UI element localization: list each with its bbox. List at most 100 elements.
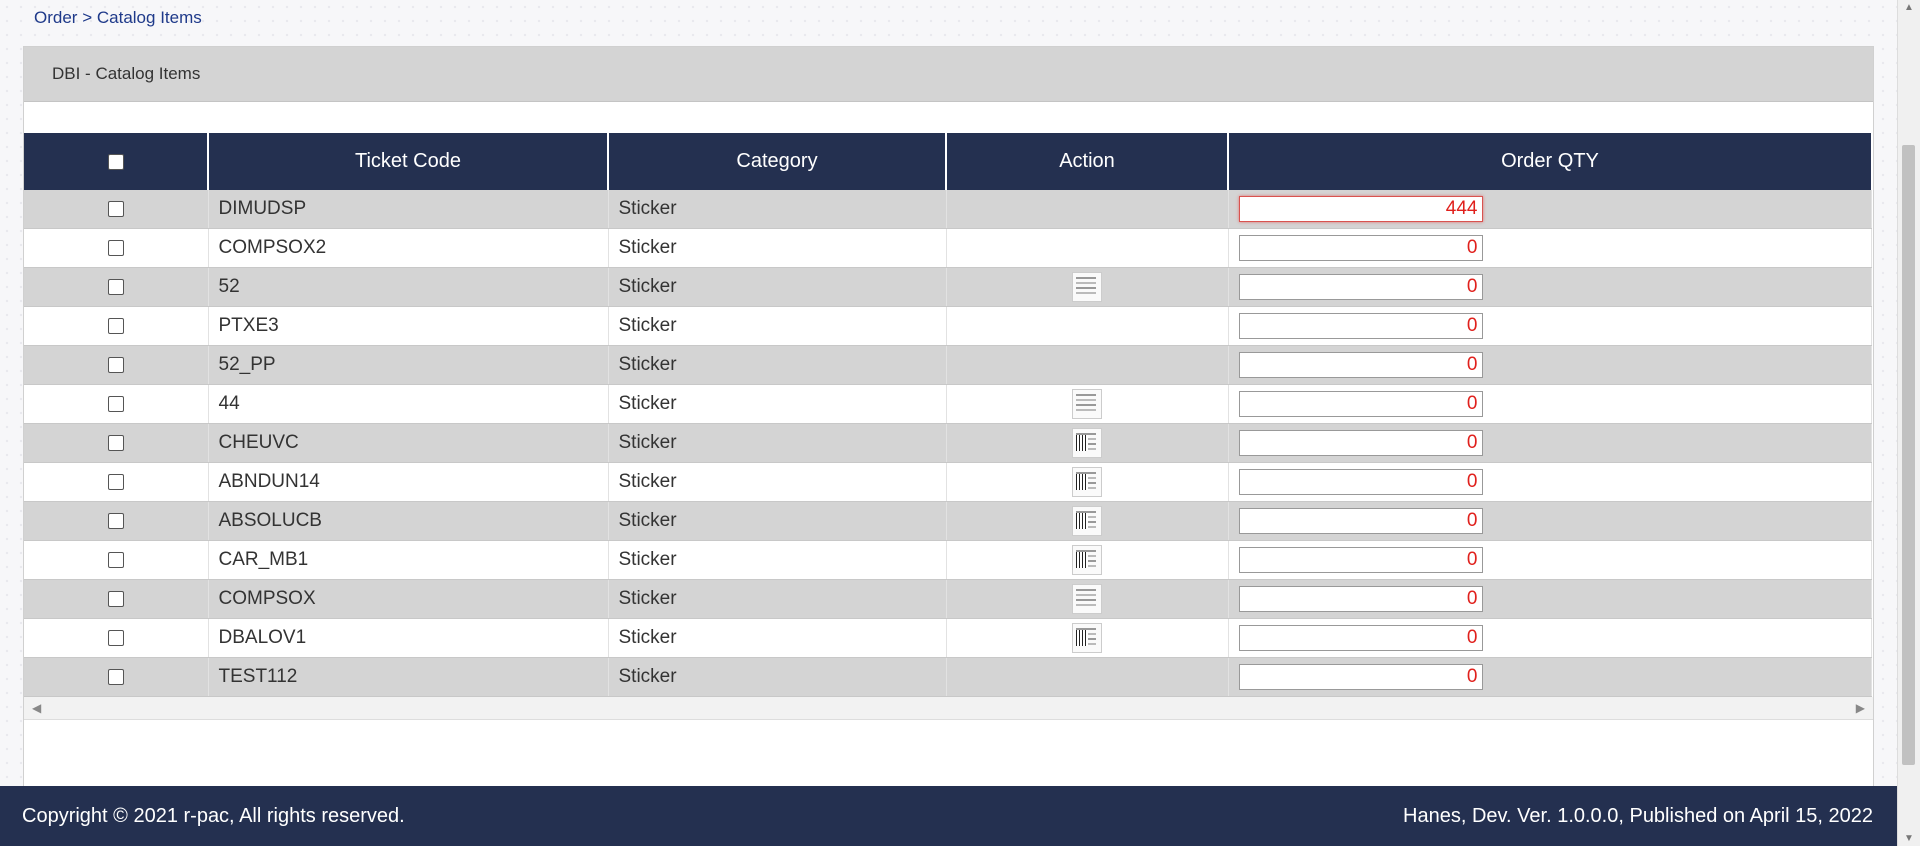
order-qty-input[interactable] xyxy=(1238,586,1483,612)
order-qty-cell xyxy=(1228,462,1872,502)
order-qty-cell xyxy=(1228,618,1872,658)
action-cell xyxy=(946,618,1229,658)
row-checkbox[interactable] xyxy=(107,473,124,490)
header-order-qty[interactable]: Order QTY xyxy=(1228,133,1871,190)
category-cell: Sticker xyxy=(608,462,947,502)
category-cell: Sticker xyxy=(608,501,947,541)
breadcrumb-separator: > xyxy=(82,8,93,27)
category-cell: Sticker xyxy=(608,540,947,580)
ticket-code-cell: ABSOLUCB xyxy=(208,501,609,541)
table-row: ABSOLUCB Sticker xyxy=(24,501,1872,541)
order-qty-input[interactable] xyxy=(1238,469,1483,495)
row-select-cell xyxy=(24,384,209,424)
row-checkbox[interactable] xyxy=(107,278,124,295)
row-select-cell xyxy=(24,345,209,385)
label-thumbnail-icon[interactable] xyxy=(1072,467,1102,497)
row-select-cell xyxy=(24,657,209,697)
action-cell xyxy=(946,384,1229,424)
ticket-code-cell: DBALOV1 xyxy=(208,618,609,658)
table-row: 52 Sticker xyxy=(24,267,1872,307)
table-row: DBALOV1 Sticker xyxy=(24,618,1872,658)
label-thumbnail-icon[interactable] xyxy=(1072,428,1102,458)
row-checkbox[interactable] xyxy=(107,395,124,412)
row-checkbox[interactable] xyxy=(107,551,124,568)
label-thumbnail-icon[interactable] xyxy=(1072,506,1102,536)
row-checkbox[interactable] xyxy=(107,239,124,256)
action-cell xyxy=(946,306,1229,346)
scrollbar-thumb[interactable] xyxy=(1902,145,1915,765)
order-qty-input[interactable] xyxy=(1238,313,1483,339)
action-cell xyxy=(946,657,1229,697)
row-checkbox[interactable] xyxy=(107,434,124,451)
row-select-cell xyxy=(24,462,209,502)
row-checkbox[interactable] xyxy=(107,317,124,334)
scroll-left-icon[interactable]: ◀ xyxy=(32,701,41,715)
footer: Copyright © 2021 r-pac, All rights reser… xyxy=(0,786,1898,846)
horizontal-scrollbar[interactable]: ◀ ▶ xyxy=(24,697,1873,720)
label-thumbnail-icon[interactable] xyxy=(1072,545,1102,575)
category-cell: Sticker xyxy=(608,228,947,268)
table-row: CHEUVC Sticker xyxy=(24,423,1872,463)
table-row: PTXE3 Sticker xyxy=(24,306,1872,346)
order-qty-input[interactable] xyxy=(1238,391,1483,417)
scroll-right-icon[interactable]: ▶ xyxy=(1856,701,1865,715)
label-thumbnail-icon[interactable] xyxy=(1072,389,1102,419)
category-cell: Sticker xyxy=(608,618,947,658)
scroll-down-icon[interactable]: ▼ xyxy=(1904,833,1914,844)
table-row: COMPSOX Sticker xyxy=(24,579,1872,619)
order-qty-input[interactable] xyxy=(1238,664,1483,690)
action-cell xyxy=(946,190,1229,229)
label-thumbnail-icon[interactable] xyxy=(1072,623,1102,653)
order-qty-input[interactable] xyxy=(1238,235,1483,261)
category-cell: Sticker xyxy=(608,190,947,229)
order-qty-input[interactable] xyxy=(1238,625,1483,651)
scroll-up-icon[interactable]: ▲ xyxy=(1904,2,1914,13)
header-action[interactable]: Action xyxy=(946,133,1229,190)
breadcrumb-order-link[interactable]: Order xyxy=(34,8,77,27)
category-cell: Sticker xyxy=(608,306,947,346)
breadcrumb-current[interactable]: Catalog Items xyxy=(97,8,202,27)
order-qty-cell xyxy=(1228,657,1872,697)
category-cell: Sticker xyxy=(608,345,947,385)
order-qty-cell xyxy=(1228,267,1872,307)
ticket-code-cell: ABNDUN14 xyxy=(208,462,609,502)
category-cell: Sticker xyxy=(608,657,947,697)
order-qty-input[interactable] xyxy=(1238,430,1483,456)
order-qty-input[interactable] xyxy=(1238,196,1483,222)
action-cell xyxy=(946,501,1229,541)
catalog-panel: DBI - Catalog Items Ticket Code Category… xyxy=(23,46,1874,788)
order-qty-cell xyxy=(1228,579,1872,619)
row-checkbox[interactable] xyxy=(107,668,124,685)
row-checkbox[interactable] xyxy=(107,356,124,373)
select-all-checkbox[interactable] xyxy=(107,153,124,170)
row-select-cell xyxy=(24,267,209,307)
row-checkbox[interactable] xyxy=(107,512,124,529)
action-cell xyxy=(946,540,1229,580)
label-thumbnail-icon[interactable] xyxy=(1072,272,1102,302)
row-select-cell xyxy=(24,228,209,268)
header-ticket-code[interactable]: Ticket Code xyxy=(208,133,609,190)
order-qty-cell xyxy=(1228,423,1872,463)
footer-copyright: Copyright © 2021 r-pac, All rights reser… xyxy=(22,805,405,827)
ticket-code-cell: DIMUDSP xyxy=(208,190,609,229)
order-qty-input[interactable] xyxy=(1238,547,1483,573)
category-cell: Sticker xyxy=(608,267,947,307)
row-select-cell xyxy=(24,423,209,463)
row-checkbox[interactable] xyxy=(107,629,124,646)
row-select-cell xyxy=(24,618,209,658)
table-row: COMPSOX2 Sticker xyxy=(24,228,1872,268)
order-qty-input[interactable] xyxy=(1238,274,1483,300)
ticket-code-cell: 52_PP xyxy=(208,345,609,385)
row-select-cell xyxy=(24,190,209,229)
row-checkbox[interactable] xyxy=(107,200,124,217)
row-checkbox[interactable] xyxy=(107,590,124,607)
header-category[interactable]: Category xyxy=(608,133,947,190)
label-thumbnail-icon[interactable] xyxy=(1072,584,1102,614)
catalog-table-wrapper: Ticket Code Category Action Order QTY DI… xyxy=(24,133,1873,720)
vertical-scrollbar[interactable]: ▲ ▼ xyxy=(1897,0,1920,846)
ticket-code-cell: CHEUVC xyxy=(208,423,609,463)
order-qty-cell xyxy=(1228,501,1872,541)
select-all-header xyxy=(24,133,209,190)
order-qty-input[interactable] xyxy=(1238,352,1483,378)
order-qty-input[interactable] xyxy=(1238,508,1483,534)
